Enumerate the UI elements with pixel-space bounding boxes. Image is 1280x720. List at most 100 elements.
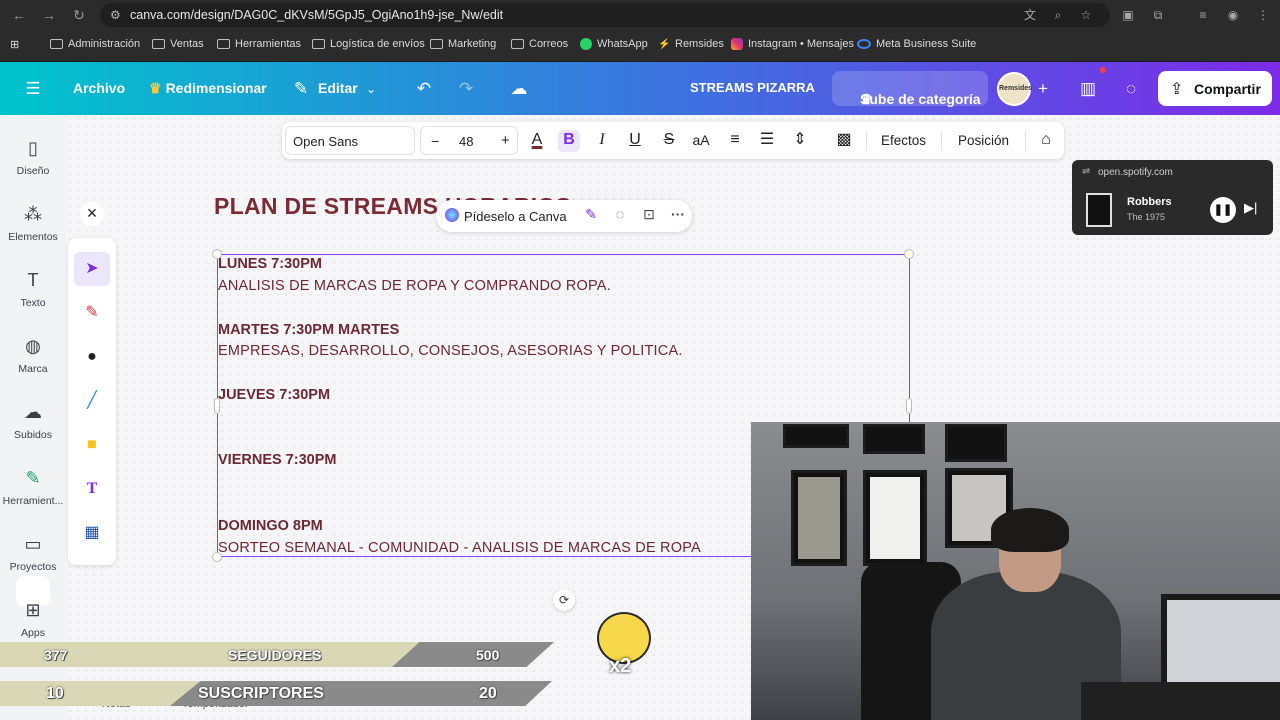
- pause-icon[interactable]: ❚❚: [1210, 197, 1236, 223]
- select-arrow-icon[interactable]: ➤: [80, 257, 104, 281]
- text-icon: T: [27, 270, 39, 290]
- profile-icon[interactable]: ◉: [1225, 7, 1241, 23]
- upgrade-button[interactable]: ♛ Sube de categoría: [832, 71, 988, 107]
- avatar[interactable]: Remsides: [997, 72, 1032, 106]
- menu-dots-icon[interactable]: ⋮: [1255, 7, 1271, 23]
- sidebar-item-marca[interactable]: ◍ Marca: [0, 335, 66, 375]
- bookmark-instagram[interactable]: Instagram • Mensajes: [731, 38, 854, 50]
- remsides-icon: ⚡: [658, 39, 671, 50]
- lock-icon[interactable]: ⊡: [639, 206, 659, 223]
- magic-edit-icon[interactable]: ✎: [581, 206, 601, 223]
- sidebar-item-herramientas[interactable]: ✎ Herramient...: [0, 467, 66, 507]
- sidebar-item-proyectos[interactable]: ▭ Proyectos: [0, 533, 66, 573]
- case-icon[interactable]: aA: [690, 130, 712, 152]
- desk: [1081, 682, 1280, 720]
- sidebar-item-diseno[interactable]: ▯ Diseño: [0, 137, 66, 177]
- schedule-desc: EMPRESAS, DESARROLLO, CONSEJOS, ASESORIA…: [218, 343, 683, 359]
- hamburger-menu-icon[interactable]: ☰: [22, 78, 44, 100]
- multiplier-badge: x2: [609, 655, 632, 677]
- sidebar-item-texto[interactable]: T Texto: [0, 269, 66, 309]
- album-art: [1086, 193, 1112, 227]
- share-button[interactable]: ⇪ Compartir: [1158, 71, 1272, 106]
- redo-icon[interactable]: ↷: [455, 78, 477, 100]
- menu-redimensionar[interactable]: ♛ Redimensionar: [149, 80, 267, 97]
- position-button[interactable]: Posición: [958, 133, 1009, 148]
- address-bar[interactable]: ⚙ canva.com/design/DAG0C_dKVsM/5GpJ5_Ogi…: [100, 3, 1110, 27]
- sidebar-item-apps[interactable]: ⊞ Apps: [0, 599, 66, 639]
- media-icon[interactable]: ≡: [1195, 7, 1211, 23]
- subscribers-goal-bar: [0, 681, 200, 706]
- menu-archivo[interactable]: Archivo: [73, 80, 125, 96]
- font-selector[interactable]: Open Sans: [285, 126, 415, 155]
- brand-icon: ◍: [25, 336, 41, 356]
- bookmark-administracion[interactable]: Administración: [50, 38, 140, 50]
- underline-icon[interactable]: U: [624, 130, 646, 152]
- bookmark-herramientas[interactable]: Herramientas: [217, 38, 301, 50]
- shape-icon[interactable]: ●: [80, 345, 104, 369]
- chevron-down-icon[interactable]: ⌄: [360, 78, 382, 100]
- bookmark-whatsapp[interactable]: WhatsApp: [580, 38, 648, 50]
- zoom-icon[interactable]: ⌕: [1050, 7, 1066, 23]
- spacing-icon[interactable]: ⇕: [789, 130, 811, 152]
- pen-icon[interactable]: ✎: [80, 301, 104, 325]
- back-icon[interactable]: ←: [10, 6, 28, 24]
- sidebar-item-elementos[interactable]: ⁂ Elementos: [0, 203, 66, 243]
- schedule-desc: ANALISIS DE MARCAS DE ROPA Y COMPRANDO R…: [218, 278, 611, 294]
- bookmark-ventas[interactable]: Ventas: [152, 38, 204, 50]
- bookmark-meta[interactable]: Meta Business Suite: [857, 38, 976, 50]
- sidebar-item-subidos[interactable]: ☁ Subidos: [0, 401, 66, 441]
- strikethrough-icon[interactable]: S: [658, 130, 680, 152]
- comments-icon[interactable]: ◌: [1120, 78, 1142, 100]
- reload-icon[interactable]: ↻: [70, 6, 88, 24]
- list-icon[interactable]: ☰: [756, 130, 778, 152]
- ask-canva-button[interactable]: Pídeselo a Canva: [464, 209, 567, 224]
- bold-icon[interactable]: B: [558, 130, 580, 152]
- italic-icon[interactable]: I: [591, 130, 613, 152]
- analytics-icon[interactable]: ▥: [1077, 78, 1099, 100]
- site-info-icon[interactable]: ⚙: [110, 8, 121, 22]
- apps-grid-icon[interactable]: ⊞: [10, 38, 19, 51]
- bookmark-star-icon[interactable]: ☆: [1078, 7, 1094, 23]
- transparency-icon[interactable]: ▩: [833, 130, 855, 152]
- add-collaborator-icon[interactable]: +: [1032, 78, 1054, 100]
- increase-size-icon[interactable]: +: [501, 132, 510, 149]
- cloud-saved-icon[interactable]: ☁: [508, 78, 530, 100]
- extension-icon[interactable]: ▣: [1120, 7, 1136, 23]
- extensions-puzzle-icon[interactable]: ⧉: [1150, 7, 1166, 23]
- sticky-note-icon[interactable]: ■: [80, 433, 104, 457]
- media-controls-icon: ⇌: [1082, 166, 1091, 177]
- design-title[interactable]: STREAMS PIZARRA: [690, 80, 815, 95]
- more-options-icon[interactable]: ···: [668, 206, 688, 222]
- align-left-icon[interactable]: ≡: [724, 130, 746, 152]
- text-tool-icon[interactable]: T: [80, 477, 104, 501]
- layout-icon: ▯: [28, 138, 38, 158]
- toolbar-divider: [866, 130, 867, 151]
- comment-add-icon[interactable]: ◌: [610, 206, 630, 222]
- decrease-size-icon[interactable]: −: [431, 133, 439, 149]
- undo-icon[interactable]: ↶: [413, 78, 435, 100]
- bookmark-marketing[interactable]: Marketing: [430, 38, 496, 50]
- forward-icon[interactable]: →: [40, 6, 58, 24]
- resize-handle[interactable]: [904, 249, 914, 259]
- paint-format-icon[interactable]: ⌂: [1035, 130, 1057, 152]
- notification-dot: [1100, 67, 1106, 73]
- bookmark-remsides[interactable]: ⚡ Remsides: [658, 38, 724, 50]
- next-track-icon[interactable]: ▶|: [1244, 200, 1257, 216]
- url-text: canva.com/design/DAG0C_dKVsM/5GpJ5_OgiAn…: [130, 8, 504, 22]
- translate-icon[interactable]: 文: [1022, 7, 1038, 23]
- bookmark-correos[interactable]: Correos: [511, 38, 568, 50]
- line-icon[interactable]: ╱: [80, 389, 104, 413]
- font-size-stepper[interactable]: − 48 +: [420, 126, 518, 155]
- followers-current: 377: [44, 647, 68, 663]
- menu-editar[interactable]: Editar: [318, 80, 358, 96]
- effects-button[interactable]: Efectos: [881, 133, 926, 148]
- bookmark-logistica[interactable]: Logística de envíos: [312, 38, 425, 50]
- rotate-handle-icon[interactable]: ⟳: [553, 589, 575, 611]
- wall-frame: [783, 424, 849, 448]
- close-icon[interactable]: ×: [80, 202, 104, 226]
- text-color-icon[interactable]: A: [526, 130, 548, 152]
- ask-canva-bar: Pídeselo a Canva ✎ ◌ ⊡ ···: [436, 200, 692, 232]
- side-resize-handle[interactable]: [906, 398, 912, 414]
- schedule-day: DOMINGO 8PM: [218, 518, 323, 534]
- table-icon[interactable]: ▦: [80, 521, 104, 545]
